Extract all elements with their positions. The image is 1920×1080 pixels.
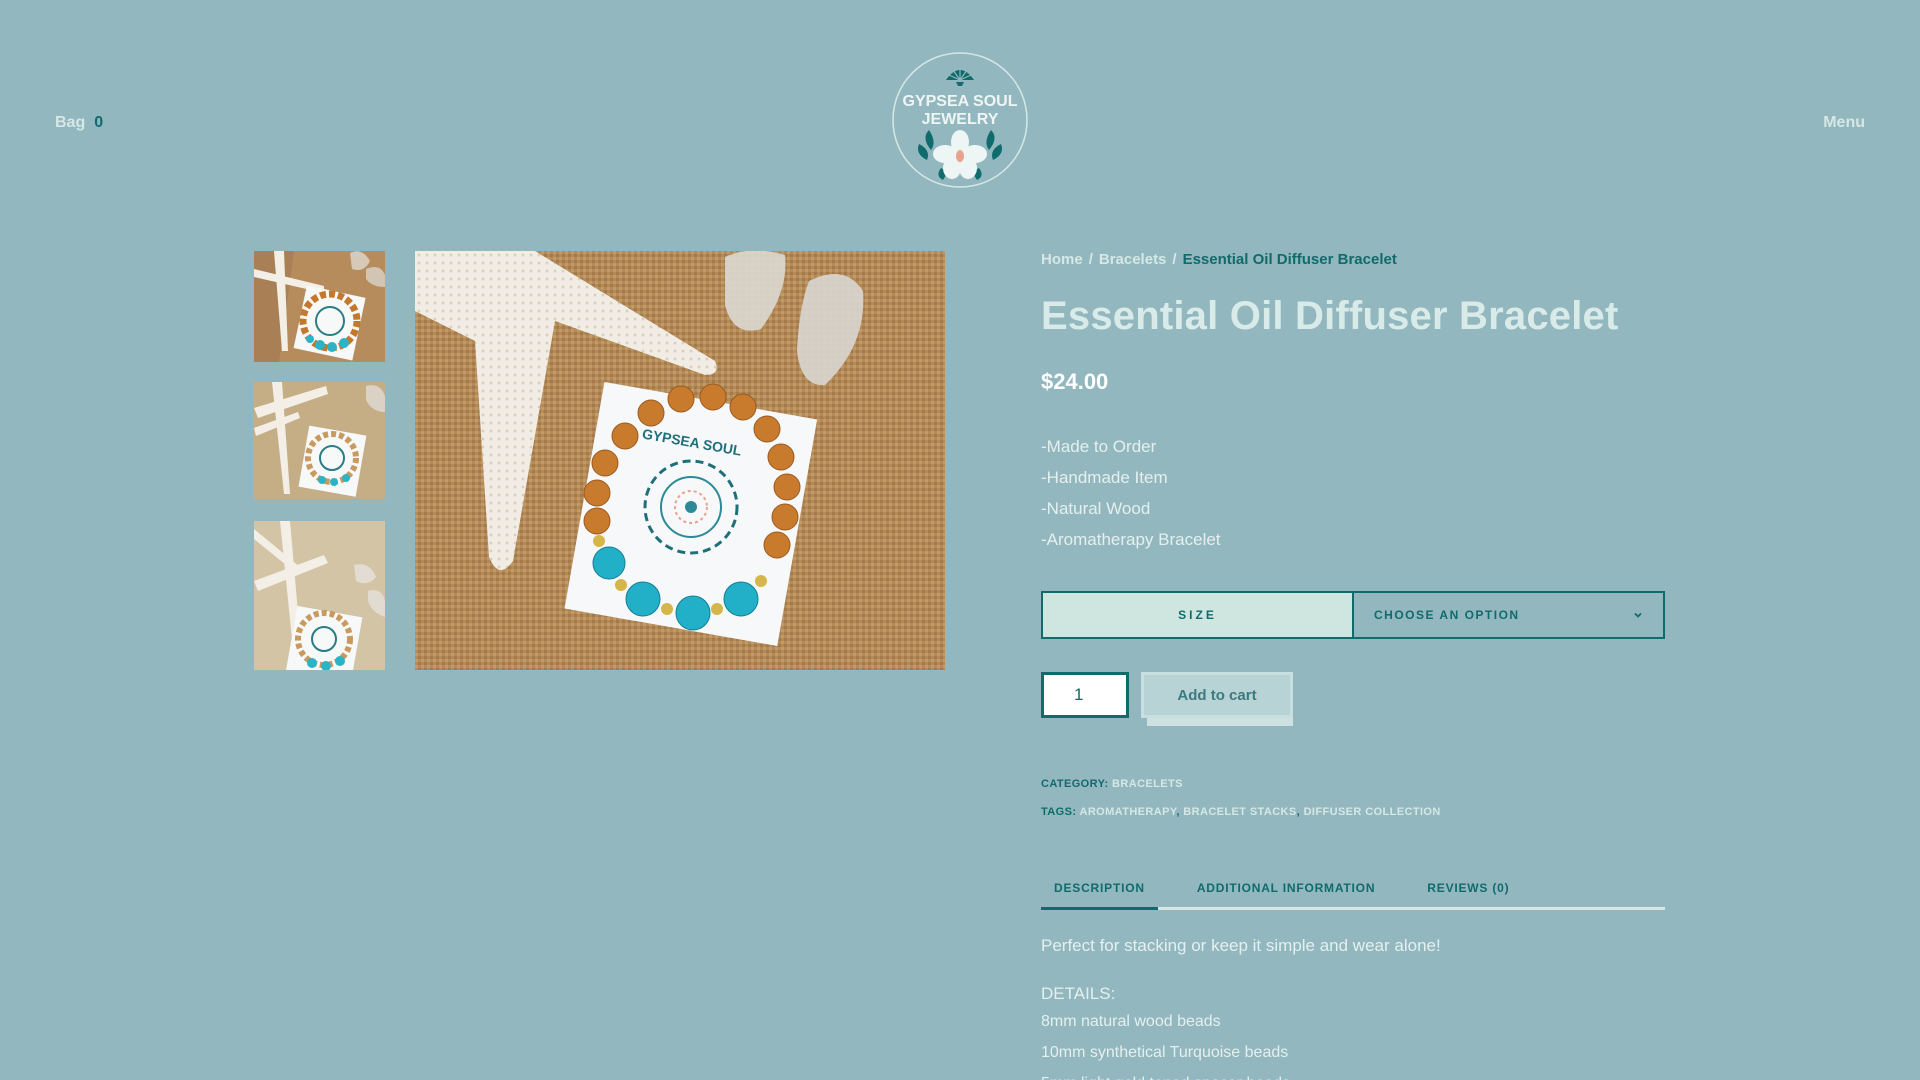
product-main-image[interactable]: GYPSEA SOUL (415, 251, 945, 670)
logo-text-line1: GYPSEA SOUL (903, 93, 1018, 110)
tag-link[interactable]: AROMATHERAPY (1079, 806, 1176, 818)
menu-link[interactable]: Menu (1823, 114, 1865, 132)
tab-reviews[interactable]: REVIEWS (0) (1414, 876, 1522, 910)
category-link[interactable]: BRACELETS (1112, 778, 1183, 790)
detail-item: 5mm light gold toned spacer beads (1041, 1068, 1665, 1080)
details-heading: DETAILS: (1041, 984, 1116, 1003)
size-select[interactable]: CHOOSE AN OPTION (1354, 593, 1663, 637)
tag-link[interactable]: BRACELET STACKS (1183, 806, 1296, 818)
product-thumbnail-3[interactable] (254, 521, 385, 670)
breadcrumb-separator: / (1088, 251, 1093, 268)
feature-item: -Made to Order (1041, 437, 1157, 456)
bag-link[interactable]: Bag 0 (55, 114, 103, 132)
description-intro: Perfect for stacking or keep it simple a… (1041, 936, 1441, 955)
feature-item: -Aromatherapy Bracelet (1041, 530, 1221, 549)
category-row: CATEGORY: BRACELETS (1041, 770, 1665, 798)
detail-item: 8mm natural wood beads (1041, 1013, 1221, 1030)
breadcrumb-bracelets[interactable]: Bracelets (1099, 251, 1167, 268)
detail-item: 10mm synthetical Turquoise beads (1041, 1044, 1289, 1061)
quantity-input[interactable] (1041, 672, 1129, 718)
chevron-down-icon (1634, 612, 1642, 618)
gypsea-soul-logo[interactable]: GYPSEA SOUL JEWELRY (891, 50, 1029, 190)
breadcrumb-home[interactable]: Home (1041, 251, 1083, 268)
tab-additional-information[interactable]: ADDITIONAL INFORMATION (1184, 876, 1388, 910)
tags-label: TAGS: (1041, 806, 1077, 818)
product-page: Bag 0 GYPSEA SOUL JEWELRY Menu GYPSEA SO… (0, 0, 1920, 1080)
product-thumbnail-2[interactable] (254, 382, 385, 499)
tag-link[interactable]: DIFFUSER COLLECTION (1304, 806, 1441, 818)
breadcrumb: Home / Bracelets / Essential Oil Diffuser Br… (1041, 251, 1665, 268)
product-thumbnail-1[interactable] (254, 251, 385, 362)
category-label: CATEGORY: (1041, 778, 1109, 790)
feature-item: -Handmade Item (1041, 468, 1168, 487)
size-variation: SIZE CHOOSE AN OPTION (1041, 591, 1665, 639)
product-title: Essential Oil Diffuser Bracelet (1041, 294, 1619, 338)
tags-row: TAGS: AROMATHERAPY, BRACELET STACKS, DIF… (1041, 806, 1441, 818)
size-select-value: CHOOSE AN OPTION (1374, 608, 1520, 622)
product-summary: Home / Bracelets / Essential Oil Diffuser Br… (1041, 251, 1665, 1080)
add-to-cart-button[interactable]: Add to cart (1141, 672, 1293, 718)
breadcrumb-current: Essential Oil Diffuser Bracelet (1182, 251, 1397, 268)
product-tabs: DESCRIPTION ADDITIONAL INFORMATION REVIE… (1041, 876, 1665, 910)
feature-item: -Natural Wood (1041, 499, 1151, 518)
product-meta: CATEGORY: BRACELETS TAGS: AROMATHERAPY, … (1041, 770, 1665, 826)
bag-label: Bag (55, 114, 86, 131)
product-price: $24.00 (1041, 369, 1109, 394)
details-list: 8mm natural wood beads 10mm synthetical … (1041, 1006, 1665, 1080)
size-label: SIZE (1043, 593, 1354, 637)
add-to-cart-wrap: Add to cart (1141, 672, 1293, 726)
logo-text-line2: JEWELRY (922, 111, 999, 128)
bag-count: 0 (94, 114, 104, 131)
add-to-cart-form: Add to cart (1041, 672, 1665, 726)
feature-list: -Made to Order -Handmade Item -Natural W… (1041, 431, 1665, 555)
breadcrumb-separator: / (1172, 251, 1177, 268)
tab-description[interactable]: DESCRIPTION (1041, 876, 1158, 910)
